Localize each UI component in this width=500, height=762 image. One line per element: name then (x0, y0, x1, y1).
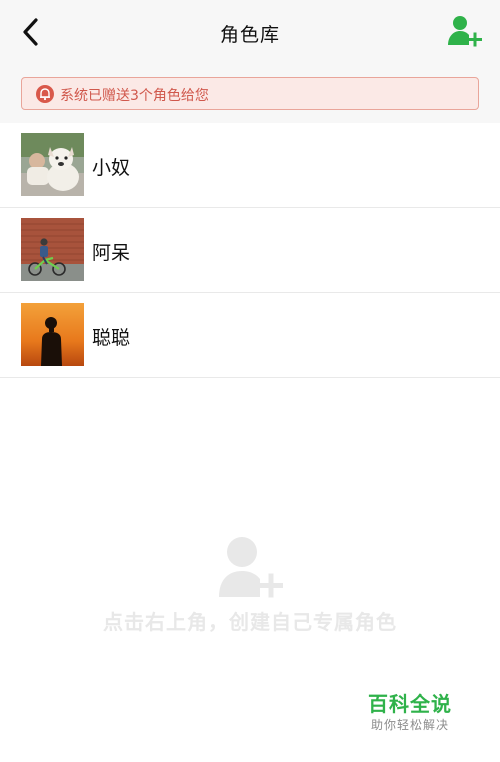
role-item-adai[interactable]: 阿呆 (0, 208, 500, 293)
role-list: 小奴 阿呆 聪聪 (0, 123, 500, 378)
avatar (21, 303, 84, 366)
bulldog-photo (21, 133, 84, 196)
notice-area: 系统已赠送3个角色给您 (0, 68, 500, 123)
role-name: 小奴 (92, 157, 131, 179)
avatar (21, 218, 84, 281)
add-role-button[interactable] (446, 14, 486, 50)
watermark-subtitle: 助你轻松解决 (370, 718, 449, 732)
sunset-silhouette-photo (21, 303, 84, 366)
watermark-title: 百科全说 (368, 692, 452, 716)
top-nav-bar: 角色库 (0, 0, 500, 68)
role-item-xiaonu[interactable]: 小奴 (0, 123, 500, 208)
avatar (21, 133, 84, 196)
empty-state-hint: 点击右上角，创建自己专属角色 (103, 610, 397, 634)
bell-icon (36, 85, 54, 103)
role-name: 聪聪 (92, 327, 131, 349)
add-user-icon (219, 537, 283, 598)
gift-notice-banner: 系统已赠送3个角色给您 (21, 77, 479, 110)
add-user-icon (448, 16, 482, 47)
role-item-congcong[interactable]: 聪聪 (0, 293, 500, 378)
role-name: 阿呆 (92, 242, 131, 264)
notice-text: 系统已赠送3个角色给您 (60, 88, 209, 104)
page-title: 角色库 (219, 24, 280, 46)
cyclist-photo (21, 218, 84, 281)
